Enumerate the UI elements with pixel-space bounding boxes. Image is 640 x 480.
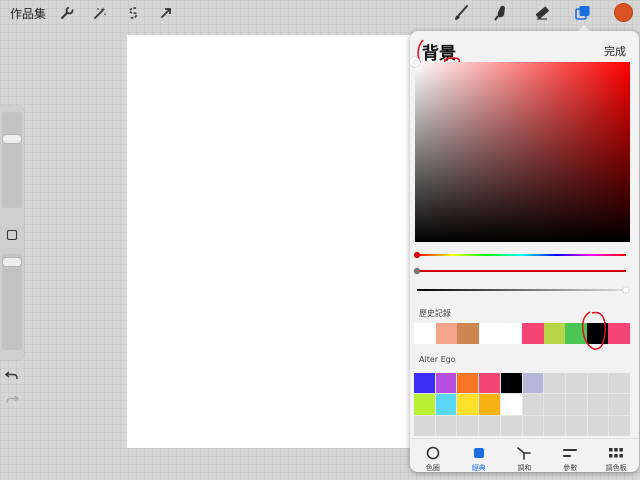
palette-empty-slot[interactable] <box>522 415 544 436</box>
undo-icon[interactable] <box>4 366 19 379</box>
palette-empty-slot[interactable] <box>435 415 457 436</box>
tab-label: 調和 <box>517 464 532 472</box>
palette-empty-slot[interactable] <box>565 394 587 415</box>
modify-button[interactable] <box>7 230 17 240</box>
palette-empty-slot[interactable] <box>522 394 544 415</box>
saturation-slider[interactable] <box>414 268 626 274</box>
palette-swatch[interactable] <box>457 394 479 415</box>
tab-classic-square[interactable]: 經典 <box>456 439 502 472</box>
saturation-brightness-picker[interactable] <box>410 57 630 242</box>
palette-empty-slot[interactable] <box>500 415 522 436</box>
tab-label: 經典 <box>471 464 486 472</box>
history-swatch[interactable] <box>435 323 458 344</box>
palette-empty-slot[interactable] <box>544 394 565 415</box>
harmony-icon <box>516 445 532 461</box>
brush-size-slider[interactable] <box>2 112 22 208</box>
tab-label: 參數 <box>563 464 578 472</box>
palette-empty-slot[interactable] <box>544 373 565 394</box>
disc-icon <box>426 445 440 461</box>
history-swatch[interactable] <box>543 323 566 344</box>
red-circle-annotation <box>581 311 607 350</box>
palette-swatch[interactable] <box>414 394 435 415</box>
layers-icon[interactable] <box>572 3 594 23</box>
palette-swatch[interactable] <box>522 373 544 394</box>
palette-label: Alter Ego <box>419 355 456 364</box>
palette-empty-slot[interactable] <box>609 373 630 394</box>
history-swatch[interactable] <box>521 323 544 344</box>
opacity-slider[interactable] <box>2 254 22 350</box>
tab-label: 色圈 <box>425 464 440 472</box>
brush-size-handle[interactable] <box>3 135 21 143</box>
palette-empty-slot[interactable] <box>565 373 587 394</box>
classic-square-icon <box>472 445 486 461</box>
history-swatch[interactable] <box>478 323 501 344</box>
opacity-handle[interactable] <box>3 258 21 266</box>
palette-empty-slot[interactable] <box>587 394 609 415</box>
palette-grid <box>414 373 630 436</box>
palette-empty-slot[interactable] <box>414 415 435 436</box>
value-bars-icon <box>562 445 578 461</box>
brush-icon[interactable] <box>450 3 472 23</box>
saturation-knob[interactable] <box>414 268 420 274</box>
history-swatch[interactable] <box>457 323 479 344</box>
brightness-slider[interactable] <box>417 287 629 293</box>
hue-knob[interactable] <box>414 252 420 258</box>
palette-swatch[interactable] <box>435 394 457 415</box>
selection-icon[interactable] <box>122 3 144 23</box>
drawing-canvas[interactable] <box>127 35 427 448</box>
palette-swatch[interactable] <box>500 373 522 394</box>
tab-label: 調色板 <box>605 464 627 472</box>
palette-empty-slot[interactable] <box>479 415 500 436</box>
color-panel: 背景 完成 歷史記錄 Alter Ego 色圈 經典 調和 參數 調色板 <box>410 31 639 472</box>
tab-palette-grid[interactable]: 調色板 <box>593 439 639 472</box>
palette-grid-icon <box>608 445 624 461</box>
tab-harmony[interactable]: 調和 <box>502 439 548 472</box>
redo-icon[interactable] <box>5 390 20 403</box>
wrench-icon[interactable] <box>56 3 78 23</box>
tab-value-bars[interactable]: 參數 <box>547 439 593 472</box>
palette-swatch[interactable] <box>479 373 500 394</box>
palette-empty-slot[interactable] <box>587 373 609 394</box>
palette-empty-slot[interactable] <box>609 394 630 415</box>
palette-swatch[interactable] <box>457 373 479 394</box>
top-toolbar: 作品集 <box>0 0 640 26</box>
smudge-icon[interactable] <box>490 3 512 23</box>
palette-empty-slot[interactable] <box>565 415 587 436</box>
palette-empty-slot[interactable] <box>544 415 565 436</box>
picker-knob[interactable] <box>410 57 420 67</box>
current-color-button[interactable] <box>614 3 633 22</box>
history-swatch[interactable] <box>500 323 522 344</box>
history-swatch[interactable] <box>414 323 436 344</box>
tab-disc[interactable]: 色圈 <box>410 439 456 472</box>
palette-swatch[interactable] <box>414 373 435 394</box>
gallery-button[interactable]: 作品集 <box>10 5 46 22</box>
palette-swatch[interactable] <box>500 394 522 415</box>
done-button[interactable]: 完成 <box>604 43 626 59</box>
brightness-knob[interactable] <box>623 287 629 293</box>
transform-icon[interactable] <box>155 3 177 23</box>
history-label: 歷史記錄 <box>419 309 451 318</box>
color-mode-tabs: 色圈 經典 調和 參數 調色板 <box>410 438 639 472</box>
palette-empty-slot[interactable] <box>457 415 479 436</box>
palette-empty-slot[interactable] <box>609 415 630 436</box>
left-sidebar <box>0 106 24 403</box>
magic-wand-icon[interactable] <box>89 3 111 23</box>
hue-slider[interactable] <box>414 252 626 258</box>
palette-empty-slot[interactable] <box>587 415 609 436</box>
eraser-icon[interactable] <box>531 3 553 23</box>
palette-swatch[interactable] <box>435 373 457 394</box>
palette-swatch[interactable] <box>479 394 500 415</box>
